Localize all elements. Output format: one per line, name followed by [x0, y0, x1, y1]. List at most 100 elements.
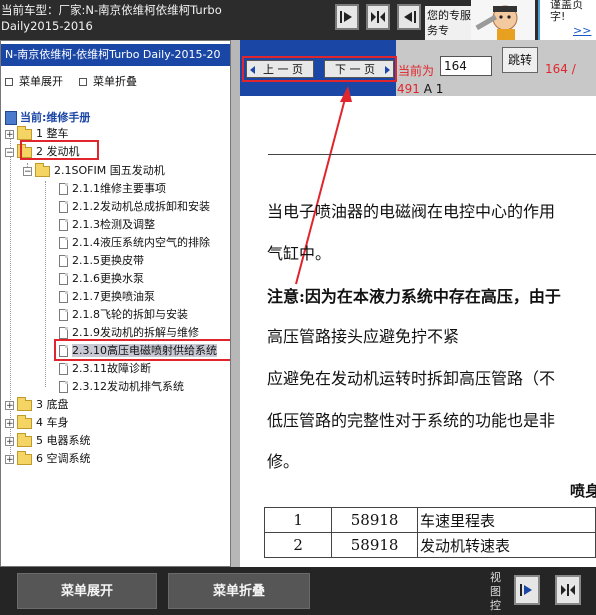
top-bar: 当前车型：厂家:N-南京依维柯依维柯Turbo Daily2015-2016 您…	[0, 0, 596, 52]
service-text: 您的专服务专	[425, 6, 471, 42]
arrow-right-icon	[520, 584, 532, 596]
tree-item-label: 2.1SOFIM 国五发动机	[54, 164, 165, 177]
doc-paragraph: 气缸中。	[267, 244, 332, 263]
collapse-all-label: 菜单折叠	[93, 75, 137, 88]
view-next-button[interactable]	[514, 575, 540, 605]
book-icon	[5, 111, 17, 125]
table-cell-name: 发动机转速表	[417, 532, 596, 558]
tree-item-label: 1 整车	[36, 127, 69, 140]
folder-open-icon	[35, 162, 50, 177]
tree-item-body[interactable]: +4 车身	[5, 414, 69, 431]
tree-leaf[interactable]: 2.3.11故障诊断	[59, 360, 151, 377]
panel-splitter[interactable]	[231, 40, 240, 567]
tree-leaf[interactable]: 2.1.8飞轮的拆卸与安装	[59, 306, 188, 323]
tree-item-label: 4 车身	[36, 416, 69, 429]
menu-tree-panel: N-南京依维柯-依维柯Turbo Daily-2015-20 菜单展开 菜单折叠…	[0, 40, 231, 567]
document-icon	[59, 255, 68, 267]
document-icon	[59, 273, 68, 285]
expand-plus-icon[interactable]: +	[5, 436, 14, 446]
expand-plus-icon[interactable]: +	[5, 129, 14, 139]
spec-table: 1 58918 车速里程表 2 58918 发动机转速表	[263, 507, 596, 558]
doc-paragraph: 修。	[267, 452, 300, 471]
split-arrows-icon	[561, 584, 575, 596]
view-split-button[interactable]	[555, 575, 581, 605]
expand-all-label: 菜单展开	[19, 75, 63, 88]
current-section: 当前:维修手册	[5, 109, 90, 125]
highlight-box-selected-leaf	[54, 339, 230, 361]
tree-item-chassis[interactable]: +3 底盘	[5, 396, 69, 413]
arrow-left-icon	[404, 11, 416, 23]
folder-icon	[17, 414, 32, 429]
tree-leaf-label: 2.1.9发动机的拆解与维修	[72, 326, 199, 339]
collapse-minus-icon[interactable]: −	[23, 166, 32, 176]
nav-split-button[interactable]	[366, 4, 390, 30]
table-cell-code: 58918	[331, 532, 419, 558]
document-icon	[59, 219, 68, 231]
arrow-right-icon	[340, 11, 352, 23]
tree-item-sofim[interactable]: − 2.1SOFIM 国五发动机	[23, 162, 165, 179]
document-icon	[59, 363, 68, 375]
doc-paragraph: 高压管路接头应避免拧不紧	[267, 327, 460, 346]
expand-plus-icon[interactable]: +	[5, 400, 14, 410]
expand-all-link[interactable]: 菜单展开	[5, 73, 63, 89]
nav-next-button[interactable]	[335, 4, 359, 30]
doc-paragraph: 低压管路的完整性对于系统的功能也是非	[267, 411, 556, 430]
document-viewer: 上 一 页 下 一 页 当前为 164 跳转 164 / 491 A 1 当电子…	[240, 40, 596, 567]
bottom-bar: 菜单展开 菜单折叠 视图控	[0, 567, 596, 615]
tree-item-label: 3 底盘	[36, 398, 69, 411]
table-row: 1 58918 车速里程表	[263, 507, 596, 533]
tree-leaf[interactable]: 2.3.12发动机排气系统	[59, 378, 184, 395]
tree-item-label: 6 空调系统	[36, 452, 91, 465]
tree-leaf[interactable]: 2.1.6更换水泵	[59, 270, 144, 287]
view-control-label: 视图控	[490, 571, 501, 612]
folder-icon	[17, 432, 32, 447]
doc-paragraph: 当电子喷油器的电磁阀在电控中心的作用	[267, 202, 556, 221]
table-row: 2 58918 发动机转速表	[263, 532, 596, 558]
tree-leaf-label: 2.1.4液压系统内空气的排除	[72, 236, 210, 249]
document-icon	[59, 201, 68, 213]
table-caption: 喷身	[570, 482, 596, 500]
tree-leaf[interactable]: 2.1.3检测及调整	[59, 216, 155, 233]
square-icon	[5, 78, 13, 86]
tree-leaf-label: 2.1.8飞轮的拆卸与安装	[72, 308, 188, 321]
tree-leaf[interactable]: 2.1.4液压系统内空气的排除	[59, 234, 210, 251]
square-icon	[79, 78, 87, 86]
tree-leaf-label: 2.3.11故障诊断	[72, 362, 151, 375]
nav-prev-button[interactable]	[397, 4, 421, 30]
tree-leaf[interactable]: 2.1.1维修主要事项	[59, 180, 166, 197]
tree-leaf-label: 2.1.2发动机总成拆卸和安装	[72, 200, 210, 213]
current-section-label: 当前:维修手册	[20, 111, 91, 124]
table-cell-no: 1	[263, 507, 333, 533]
expand-menu-button[interactable]: 菜单展开	[17, 573, 157, 609]
highlight-box-engine	[20, 140, 99, 160]
tree-leaf-label: 2.1.6更换水泵	[72, 272, 144, 285]
tree-leaf[interactable]: 2.1.7更换喷油泵	[59, 288, 155, 305]
tree-leaf-label: 2.1.7更换喷油泵	[72, 290, 155, 303]
collapse-menu-button[interactable]: 菜单折叠	[168, 573, 310, 609]
collapse-all-link[interactable]: 菜单折叠	[79, 73, 137, 89]
document-icon	[59, 291, 68, 303]
tree-item-electrical[interactable]: +5 电器系统	[5, 432, 91, 449]
document-icon	[59, 381, 68, 393]
table-cell-name: 车速里程表	[417, 507, 596, 533]
collapse-minus-icon[interactable]: −	[5, 147, 14, 157]
panel-header: N-南京依维柯-依维柯Turbo Daily-2015-20	[1, 44, 230, 66]
expand-plus-icon[interactable]: +	[5, 418, 14, 428]
table-cell-no: 2	[263, 532, 333, 558]
document-icon	[59, 183, 68, 195]
document-icon	[59, 327, 68, 339]
tree-leaf-label: 2.3.12发动机排气系统	[72, 380, 184, 393]
promo-panel: 谨盖页 字! >>第	[538, 0, 596, 52]
tree-leaf[interactable]: 2.1.5更换皮带	[59, 252, 144, 269]
tree-leaf[interactable]: 2.1.2发动机总成拆卸和安装	[59, 198, 210, 215]
table-cell-code: 58918	[331, 507, 419, 533]
doc-warning: 注意:因为在本液力系统中存在高压，由于	[267, 287, 561, 306]
tree-item-label: 5 电器系统	[36, 434, 91, 447]
promo-text-2: 字!	[550, 10, 566, 23]
tree-item-ac[interactable]: +6 空调系统	[5, 450, 91, 467]
doc-paragraph: 应避免在发动机运转时拆卸高压管路（不	[267, 369, 556, 388]
split-arrows-icon	[371, 11, 385, 23]
mascot-figure-icon	[475, 5, 518, 42]
mascot-image	[471, 0, 535, 42]
expand-plus-icon[interactable]: +	[5, 454, 14, 464]
